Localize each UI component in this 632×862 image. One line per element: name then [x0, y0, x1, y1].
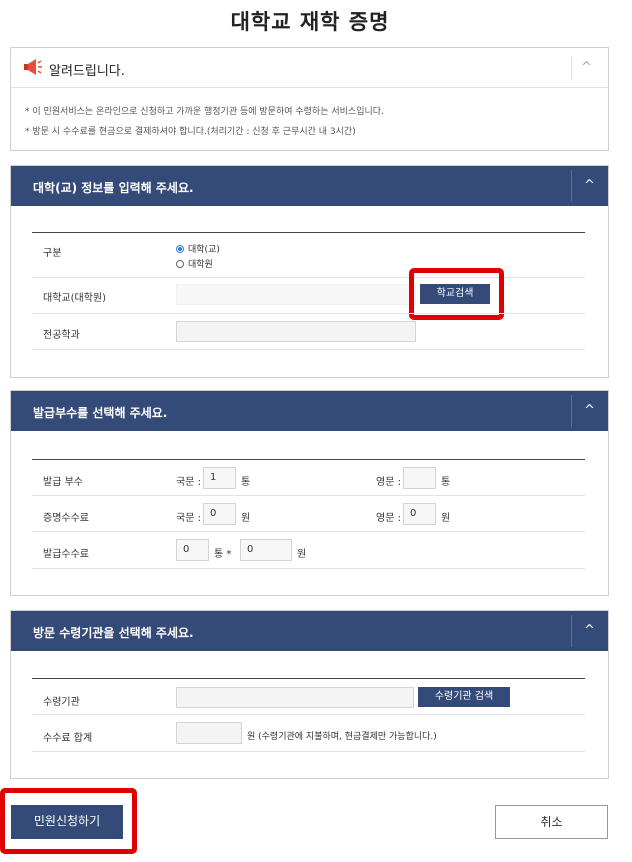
- notice-collapse-button[interactable]: ^: [571, 56, 601, 80]
- copies-collapse-button[interactable]: ^: [571, 395, 607, 427]
- divider: [32, 531, 585, 532]
- copies-title: 발급부수를 선택해 주세요.: [33, 406, 168, 420]
- english-fee-unit: 원: [441, 513, 451, 524]
- notice-header: 알려드립니다. ^: [11, 48, 608, 88]
- issue-count-unit: 통 *: [214, 549, 232, 560]
- total-fee-label: 수수료 합계: [43, 733, 93, 744]
- english-copies-input[interactable]: [403, 467, 436, 489]
- divider: [32, 495, 585, 496]
- notice-line-2: * 방문 시 수수료를 현금으로 결제하셔야 합니다.(처리기간 : 신청 후 …: [25, 127, 356, 137]
- divider: [32, 678, 585, 679]
- english-fee-label: 영문 :: [376, 513, 401, 524]
- divider: [32, 232, 585, 233]
- korean-fee-unit: 원: [241, 513, 251, 524]
- radio-university-label[interactable]: 대학(교): [188, 242, 220, 255]
- notice-title: 알려드립니다.: [49, 64, 125, 79]
- divider: [32, 349, 585, 350]
- copies-section: 발급부수를 선택해 주세요. ^ 발급 부수 국문 : 1 통 영문 : 통 증…: [10, 390, 609, 596]
- issue-count-value: 0: [176, 539, 209, 561]
- divider: [32, 751, 585, 752]
- visit-agency-header: 방문 수령기관을 선택해 주세요. ^: [11, 611, 608, 651]
- agency-label: 수령기관: [43, 697, 80, 708]
- fee-label: 증명수수료: [43, 513, 89, 524]
- divider: [32, 714, 585, 715]
- notice-line-1: * 이 민원서비스는 온라인으로 신청하고 가까운 행정기관 등에 방문하여 수…: [25, 107, 384, 117]
- total-fee-note: 원 (수령기관에 지불하며, 현금결제만 가능합니다.): [247, 732, 437, 742]
- search-school-button[interactable]: 학교검색: [420, 284, 490, 304]
- radio-graduate-school-label[interactable]: 대학원: [188, 257, 213, 270]
- submit-application-button[interactable]: 민원신청하기: [11, 805, 123, 839]
- korean-fee-label: 국문 :: [176, 513, 201, 524]
- korean-copies-input[interactable]: 1: [203, 467, 236, 489]
- issue-fee-unit: 원: [297, 549, 307, 560]
- korean-fee-value: 0: [203, 503, 236, 525]
- agency-search-button[interactable]: 수령기관 검색: [418, 687, 510, 707]
- type-label: 구분: [43, 248, 62, 259]
- divider: [32, 459, 585, 460]
- school-label: 대학교(대학원): [43, 293, 107, 304]
- school-info-collapse-button[interactable]: ^: [571, 170, 607, 202]
- korean-copies-label: 국문 :: [176, 477, 201, 488]
- english-fee-value: 0: [403, 503, 436, 525]
- major-label: 전공학과: [43, 330, 80, 341]
- english-copies-unit: 통: [441, 477, 451, 488]
- school-info-section: 대학(교) 정보를 입력해 주세요. ^ 구분 대학(교) 대학원 대학교(대학…: [10, 165, 609, 378]
- korean-copies-unit: 통: [241, 477, 251, 488]
- page-title: 대학교 재학 증명: [230, 10, 390, 34]
- school-info-title: 대학(교) 정보를 입력해 주세요.: [33, 181, 194, 195]
- cancel-button[interactable]: 취소: [495, 805, 608, 839]
- total-fee-value: [176, 722, 242, 744]
- issue-unit-fee-value: 0: [240, 539, 292, 561]
- visit-agency-collapse-button[interactable]: ^: [571, 615, 607, 647]
- radio-university[interactable]: [176, 245, 184, 253]
- megaphone-icon: [24, 59, 42, 75]
- divider: [32, 313, 585, 314]
- english-copies-label: 영문 :: [376, 477, 401, 488]
- school-name-input[interactable]: [176, 284, 416, 305]
- copies-label: 발급 부수: [43, 477, 83, 488]
- issue-fee-label: 발급수수료: [43, 549, 89, 560]
- school-info-header: 대학(교) 정보를 입력해 주세요. ^: [11, 166, 608, 206]
- major-input[interactable]: [176, 321, 416, 342]
- copies-header: 발급부수를 선택해 주세요. ^: [11, 391, 608, 431]
- divider: [32, 568, 585, 569]
- agency-input[interactable]: [176, 687, 414, 708]
- radio-graduate-school[interactable]: [176, 260, 184, 268]
- notice-panel: 알려드립니다. ^ * 이 민원서비스는 온라인으로 신청하고 가까운 행정기관…: [10, 47, 609, 151]
- visit-agency-title: 방문 수령기관을 선택해 주세요.: [33, 626, 194, 640]
- visit-agency-section: 방문 수령기관을 선택해 주세요. ^ 수령기관 수령기관 검색 수수료 합계 …: [10, 610, 609, 779]
